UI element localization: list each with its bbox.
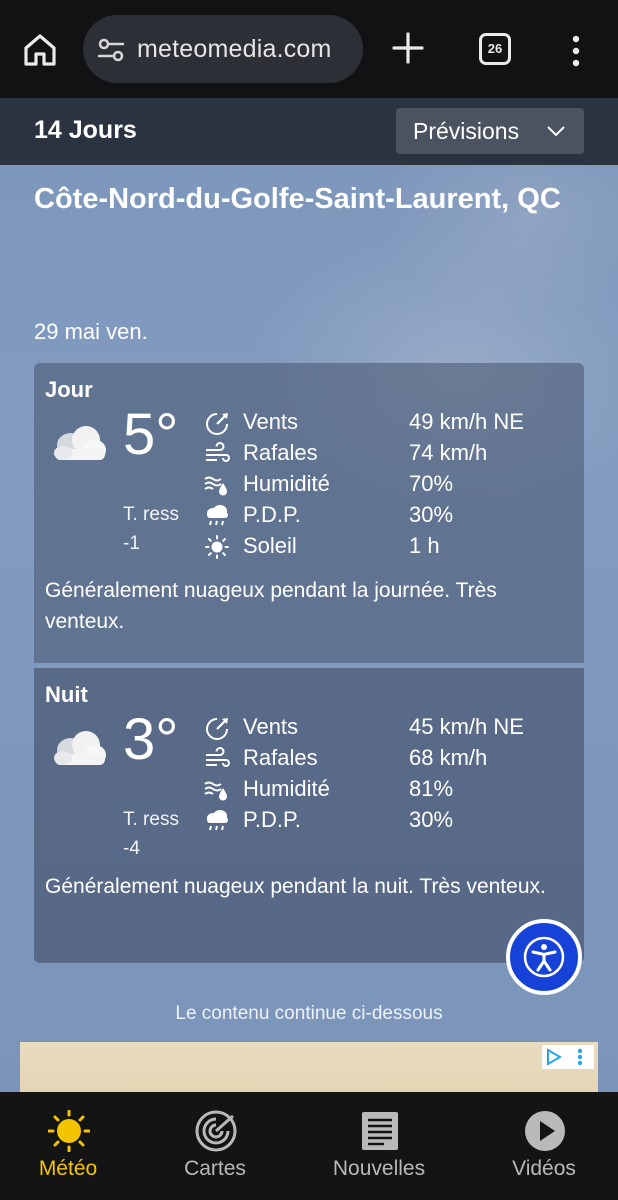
forecast-description: Généralement nuageux pendant la journée.… — [45, 579, 497, 633]
content-continues-note: Le contenu continue ci-dessous — [175, 1003, 443, 1024]
url-text: meteomedia.com — [137, 35, 332, 63]
accessibility-button[interactable] — [506, 919, 582, 995]
nav-label: Vidéos — [512, 1157, 576, 1180]
home-icon[interactable] — [20, 30, 60, 70]
metric-value: 30% — [409, 502, 454, 527]
forecast-subheader: 14 Jours Prévisions — [0, 98, 618, 165]
metric-value: 1 h — [409, 533, 440, 558]
metric-row: Humidité 70% — [204, 469, 574, 500]
location-name: Côte-Nord-du-Golfe-Saint-Laurent, QC — [34, 183, 561, 215]
chevron-down-icon — [547, 126, 565, 137]
browser-toolbar: meteomedia.com 26 — [0, 0, 618, 98]
nav-nouvelles[interactable]: Nouvelles — [314, 1092, 444, 1200]
dropdown-label: Prévisions — [413, 118, 520, 144]
metric-name: Vents — [243, 714, 299, 739]
sun-icon — [48, 1110, 90, 1152]
nav-label: Cartes — [184, 1157, 246, 1180]
rain-cloud-icon — [207, 810, 228, 831]
metric-value: 74 km/h — [409, 440, 488, 465]
radar-icon — [195, 1110, 237, 1152]
feels-like-label: T. ress — [123, 809, 179, 830]
gust-icon — [206, 442, 230, 462]
ad-choices-icon[interactable] — [542, 1045, 594, 1069]
temperature: 5° — [123, 402, 179, 467]
forecast-date: 29 mai ven. — [34, 319, 148, 344]
metric-name: P.D.P. — [243, 502, 301, 527]
day-forecast-card: Jour 5° T. ress -1 Vents 49 km/h NE Rafa… — [34, 363, 584, 663]
feels-like-value: -1 — [123, 533, 140, 554]
metric-row: Vents 45 km/h NE — [204, 712, 574, 743]
humidity-icon — [204, 781, 227, 801]
metric-row: Rafales 68 km/h — [204, 743, 574, 774]
nav-videos[interactable]: Vidéos — [479, 1092, 609, 1200]
metric-name: Soleil — [243, 533, 297, 558]
metric-name: Rafales — [243, 745, 318, 770]
metric-value: 68 km/h — [409, 745, 488, 770]
metric-value: 70% — [409, 471, 454, 496]
feels-like-value: -4 — [123, 838, 140, 859]
metric-value: 49 km/h NE — [409, 409, 524, 434]
accessibility-icon — [523, 936, 565, 978]
metric-name: P.D.P. — [243, 807, 301, 832]
feels-like: T. ress -4 — [123, 805, 179, 863]
tab-switcher-button[interactable]: 26 — [479, 33, 511, 65]
forecast-type-dropdown[interactable]: Prévisions — [396, 108, 584, 154]
sun-icon — [205, 535, 229, 559]
humidity-icon — [204, 476, 227, 496]
wind-icon — [206, 413, 228, 435]
forecast-description: Généralement nuageux pendant la nuit. Tr… — [45, 875, 546, 898]
night-forecast-card: Nuit 3° T. ress -4 Vents 45 km/h NE Rafa… — [34, 668, 584, 963]
address-bar[interactable]: meteomedia.com — [83, 15, 363, 83]
period-label: Jour — [45, 377, 93, 402]
metric-value: 45 km/h NE — [409, 714, 524, 739]
nav-cartes[interactable]: Cartes — [150, 1092, 280, 1200]
metric-name: Humidité — [243, 776, 330, 801]
metric-row: Soleil 1 h — [204, 531, 574, 562]
nav-label: Météo — [38, 1157, 98, 1180]
metric-row: P.D.P. 30% — [204, 805, 574, 836]
advertisement[interactable] — [20, 1042, 598, 1092]
wind-icon — [206, 718, 228, 740]
metric-value: 30% — [409, 807, 454, 832]
metric-value: 81% — [409, 776, 454, 801]
site-settings-icon[interactable] — [97, 37, 125, 63]
metric-row: Rafales 74 km/h — [204, 438, 574, 469]
news-icon — [362, 1112, 398, 1150]
metric-row: P.D.P. 30% — [204, 500, 574, 531]
metric-name: Humidité — [243, 471, 330, 496]
cloudy-icon — [54, 731, 106, 765]
temperature: 3° — [123, 707, 179, 772]
metric-name: Vents — [243, 409, 299, 434]
weather-page: 14 Jours Prévisions Côte-Nord-du-Golfe-S… — [0, 98, 618, 1092]
nav-meteo[interactable]: Météo — [3, 1092, 133, 1200]
feels-like-label: T. ress — [123, 504, 179, 525]
more-options-icon[interactable] — [568, 34, 584, 68]
gust-icon — [206, 747, 230, 767]
nav-label: Nouvelles — [332, 1157, 426, 1180]
period-label: Nuit — [45, 682, 88, 707]
metric-name: Rafales — [243, 440, 318, 465]
bottom-navigation: Météo Cartes Nouvelles Vidéos — [0, 1092, 618, 1200]
metric-row: Humidité 81% — [204, 774, 574, 805]
rain-cloud-icon — [207, 505, 228, 526]
feels-like: T. ress -1 — [123, 500, 179, 558]
new-tab-icon[interactable] — [390, 30, 426, 66]
play-icon — [525, 1111, 565, 1151]
page-title: 14 Jours — [34, 116, 137, 144]
metric-row: Vents 49 km/h NE — [204, 407, 574, 438]
cloudy-icon — [54, 426, 106, 460]
